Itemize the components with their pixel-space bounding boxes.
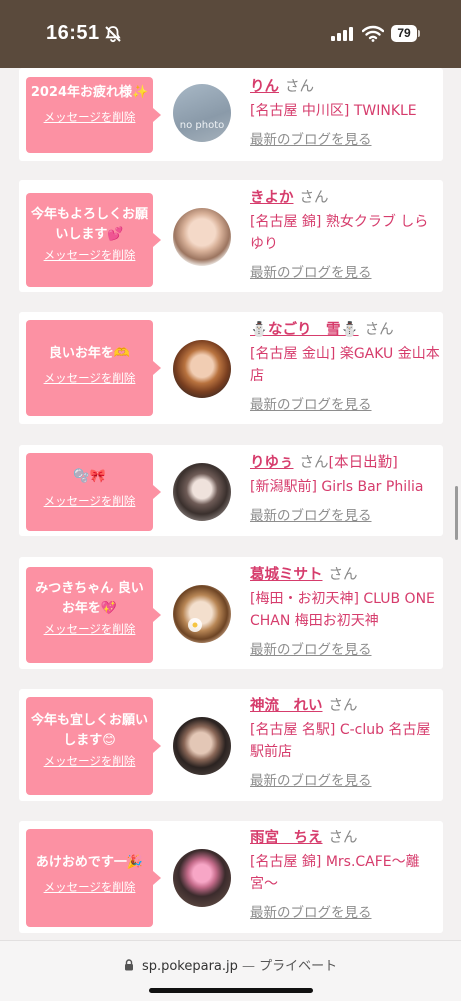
cast-info: 神流 れい さん [名古屋 名駅] C-club 名古屋駅前店 最新のブログを見る <box>250 695 442 789</box>
cast-name-link[interactable]: りゆぅ <box>250 455 294 471</box>
message-bubble: 良いお年を🫶 メッセージを削除 <box>26 320 161 416</box>
flower-sticker-icon <box>188 618 202 632</box>
battery-level: 79 <box>397 26 411 40</box>
latest-blog-link[interactable]: 最新のブログを見る <box>250 128 442 148</box>
message-card: 良いお年を🫶 メッセージを削除 ⛄なごり 雪⛄ さん [名古屋 金山] 楽GAKU… <box>19 312 443 424</box>
cast-name-link[interactable]: ⛄なごり 雪⛄ <box>250 322 359 338</box>
message-bubble: 🫧🎀 メッセージを削除 <box>26 453 161 531</box>
cast-info: 葛城ミサト さん [梅田・お初天神] CLUB ONE CHAN 梅田お初天神 最… <box>250 564 442 658</box>
cast-name-link[interactable]: りん <box>250 79 279 95</box>
message-bubble: あけおめです一🎉 メッセージを削除 <box>26 829 161 927</box>
url-separator: — <box>242 959 256 974</box>
message-card: 2024年お疲れ様✨ メッセージを削除 no photo りん さん [名古屋 中… <box>19 68 443 161</box>
svg-text:no photo: no photo <box>180 120 224 131</box>
san-label: さん <box>328 830 358 846</box>
san-label: さん <box>299 455 329 471</box>
delete-message-link[interactable]: メッセージを削除 <box>26 879 153 895</box>
latest-blog-link[interactable]: 最新のブログを見る <box>250 769 442 789</box>
avatar[interactable] <box>173 849 231 907</box>
san-label: さん <box>285 79 314 95</box>
shop-name: [梅田・お初天神] CLUB ONE CHAN 梅田お初天神 <box>250 591 435 629</box>
message-bubble: 今年もよろしくお願いします💕 メッセージを削除 <box>26 193 161 287</box>
san-label: さん <box>299 190 329 206</box>
home-indicator[interactable] <box>149 988 313 993</box>
scrollbar[interactable] <box>455 486 458 540</box>
cast-info: きよか さん [名古屋 錦] 熟女クラブ しらゆり 最新のブログを見る <box>250 187 442 281</box>
delete-message-link[interactable]: メッセージを削除 <box>26 370 153 386</box>
battery-cap <box>418 30 420 37</box>
latest-blog-link[interactable]: 最新のブログを見る <box>250 901 442 921</box>
message-text: 良いお年を🫶 <box>48 346 131 361</box>
message-text: あけおめです一🎉 <box>35 855 144 870</box>
shop-name: [名古屋 錦] Mrs.CAFE〜離宮〜 <box>250 854 420 892</box>
message-bubble: 2024年お疲れ様✨ メッセージを削除 <box>26 77 161 153</box>
delete-message-link[interactable]: メッセージを削除 <box>26 493 153 509</box>
avatar[interactable] <box>173 717 231 775</box>
latest-blog-link[interactable]: 最新のブログを見る <box>250 393 442 413</box>
private-mode-label: プライベート <box>259 959 338 974</box>
avatar[interactable] <box>173 208 231 266</box>
message-text: みつきちゃん 良いお年を💖 <box>35 581 144 616</box>
latest-blog-link[interactable]: 最新のブログを見る <box>250 261 442 281</box>
cast-name-link[interactable]: 葛城ミサト <box>250 567 323 583</box>
cast-info: 雨宮 ちえ さん [名古屋 錦] Mrs.CAFE〜離宮〜 最新のブログを見る <box>250 827 442 921</box>
message-bubble: 今年も宜しくお願いします😊 メッセージを削除 <box>26 697 161 795</box>
signal-icon <box>331 27 353 41</box>
cast-info: りゆぅ さん[本日出勤] [新潟駅前] Girls Bar Philia 最新のブ… <box>250 452 442 524</box>
san-label: さん <box>328 567 358 583</box>
bell-slash-icon <box>105 26 121 43</box>
url-text: sp.pokepara.jp <box>141 959 238 974</box>
delete-message-link[interactable]: メッセージを削除 <box>26 109 153 125</box>
avatar[interactable] <box>173 340 231 398</box>
browser-address-bar[interactable]: sp.pokepara.jp — プライベート <box>0 940 461 1001</box>
cast-info: ⛄なごり 雪⛄ さん [名古屋 金山] 楽GAKU 金山本店 最新のブログを見る <box>250 319 442 413</box>
latest-blog-link[interactable]: 最新のブログを見る <box>250 638 442 658</box>
status-time: 16:51 <box>46 22 100 44</box>
avatar[interactable]: no photo <box>173 84 231 142</box>
cast-name-link[interactable]: 神流 れい <box>250 698 323 714</box>
message-card: 🫧🎀 メッセージを削除 りゆぅ さん[本日出勤] [新潟駅前] Girls Bar… <box>19 445 443 536</box>
attendance-badge: [本日出勤] <box>328 455 398 471</box>
message-text: 2024年お疲れ様✨ <box>30 85 149 100</box>
cast-info: りん さん [名古屋 中川区] TWINKLE 最新のブログを見る <box>250 76 442 148</box>
shop-name: [名古屋 中川区] TWINKLE <box>250 103 417 119</box>
message-bubble: みつきちゃん 良いお年を💖 メッセージを削除 <box>26 567 161 663</box>
avatar[interactable] <box>173 585 231 643</box>
lock-icon <box>124 959 133 971</box>
no-photo-icon: no photo <box>180 120 224 131</box>
shop-name: [名古屋 金山] 楽GAKU 金山本店 <box>250 346 440 384</box>
message-card: 今年もよろしくお願いします💕 メッセージを削除 きよか さん [名古屋 錦] 熟女… <box>19 180 443 292</box>
status-bar: 16:51 79 <box>0 0 461 68</box>
shop-name: [名古屋 名駅] C-club 名古屋駅前店 <box>250 722 431 760</box>
delete-message-link[interactable]: メッセージを削除 <box>26 247 153 263</box>
latest-blog-link[interactable]: 最新のブログを見る <box>250 504 442 524</box>
message-card: みつきちゃん 良いお年を💖 メッセージを削除 葛城ミサト さん [梅田・お初天神]… <box>19 557 443 669</box>
san-label: さん <box>364 322 394 338</box>
message-text: 今年もよろしくお願いします💕 <box>30 207 148 242</box>
delete-message-link[interactable]: メッセージを削除 <box>26 753 153 769</box>
message-card: 今年も宜しくお願いします😊 メッセージを削除 神流 れい さん [名古屋 名駅] … <box>19 689 443 801</box>
cast-name-link[interactable]: 雨宮 ちえ <box>250 830 323 846</box>
delete-message-link[interactable]: メッセージを削除 <box>26 621 153 637</box>
battery-indicator: 79 <box>391 25 417 42</box>
avatar[interactable] <box>173 463 231 521</box>
message-text: 今年も宜しくお願いします😊 <box>30 713 148 748</box>
message-text: 🫧🎀 <box>73 469 106 484</box>
shop-name: [新潟駅前] Girls Bar Philia <box>250 479 424 495</box>
cast-name-link[interactable]: きよか <box>250 190 294 206</box>
message-card: あけおめです一🎉 メッセージを削除 雨宮 ちえ さん [名古屋 錦] Mrs.CA… <box>19 821 443 933</box>
url-line[interactable]: sp.pokepara.jp — プライベート <box>0 955 461 974</box>
shop-name: [名古屋 錦] 熟女クラブ しらゆり <box>250 214 429 252</box>
wifi-icon <box>362 25 384 42</box>
san-label: さん <box>328 698 358 714</box>
